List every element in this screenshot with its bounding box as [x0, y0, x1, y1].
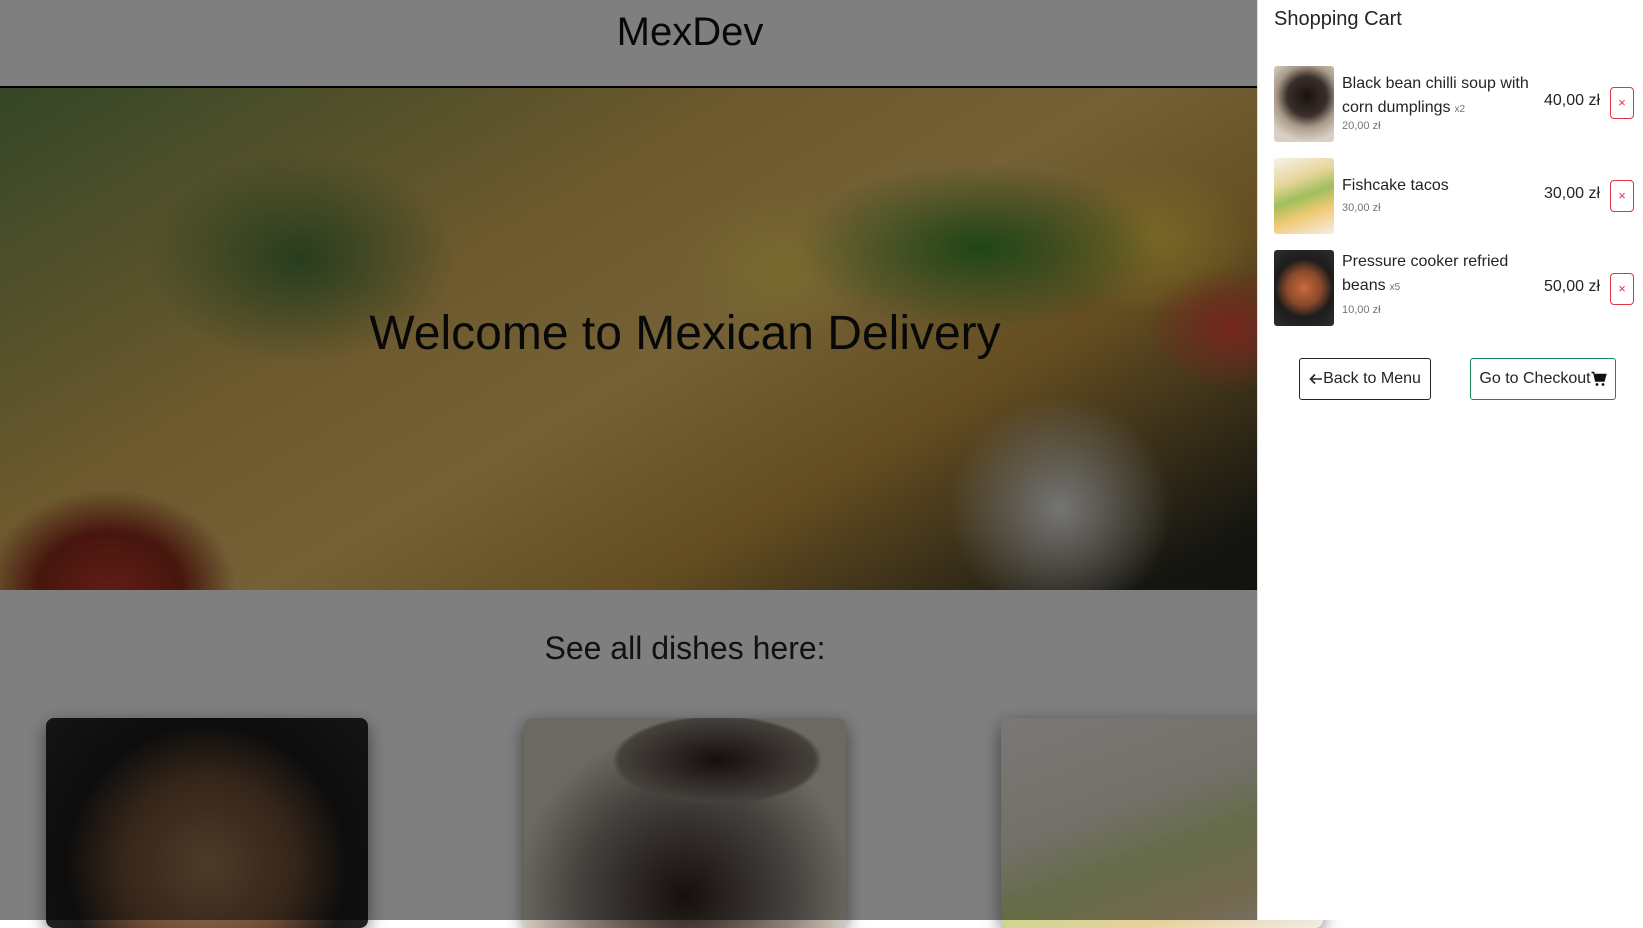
- cart-item-image: [1274, 158, 1334, 234]
- cart-item-total: 40,00 zł: [1543, 92, 1600, 109]
- cart-item-quantity: x5: [1389, 282, 1401, 293]
- cart-item-unit-price: 30,00 zł: [1342, 202, 1381, 214]
- checkout-label: Go to Checkout: [1479, 370, 1591, 387]
- cart-item-name: Pressure cooker refried beans: [1342, 253, 1509, 294]
- cart-title: Shopping Cart: [1274, 8, 1402, 30]
- cart-item-total: 30,00 zł: [1543, 185, 1600, 202]
- cart-item-image: [1274, 66, 1334, 142]
- cart-item-name-wrap: Fishcake tacos: [1342, 174, 1542, 200]
- cart-item: Black bean chilli soup with corn dumplin…: [1274, 66, 1634, 142]
- cart-item-name: Black bean chilli soup with corn dumplin…: [1342, 75, 1529, 116]
- arrow-left-icon: [1309, 372, 1323, 386]
- cart-item-name-wrap: Pressure cooker refried beans x5: [1342, 250, 1542, 300]
- cart-item-image: [1274, 250, 1334, 326]
- shopping-cart-panel: Shopping Cart Black bean chilli soup wit…: [1257, 0, 1643, 920]
- remove-item-button[interactable]: ×: [1610, 273, 1634, 305]
- remove-item-button[interactable]: ×: [1610, 180, 1634, 212]
- cart-item: Fishcake tacos 30,00 zł 30,00 zł ×: [1274, 158, 1634, 234]
- cart-item-unit-price: 10,00 zł: [1342, 304, 1381, 316]
- back-to-menu-label: Back to Menu: [1323, 370, 1421, 387]
- cart-item-name: Fishcake tacos: [1342, 177, 1449, 194]
- cart-item-name-wrap: Black bean chilli soup with corn dumplin…: [1342, 72, 1542, 122]
- cart-item: Pressure cooker refried beans x5 10,00 zł…: [1274, 250, 1634, 326]
- back-to-menu-button[interactable]: Back to Menu: [1299, 358, 1431, 400]
- cart-item-quantity: x2: [1454, 104, 1466, 115]
- go-to-checkout-button[interactable]: Go to Checkout: [1470, 358, 1616, 400]
- remove-item-button[interactable]: ×: [1610, 87, 1634, 119]
- cart-item-total: 50,00 zł: [1543, 278, 1600, 295]
- cart-icon: [1591, 371, 1607, 387]
- cart-item-unit-price: 20,00 zł: [1342, 120, 1381, 132]
